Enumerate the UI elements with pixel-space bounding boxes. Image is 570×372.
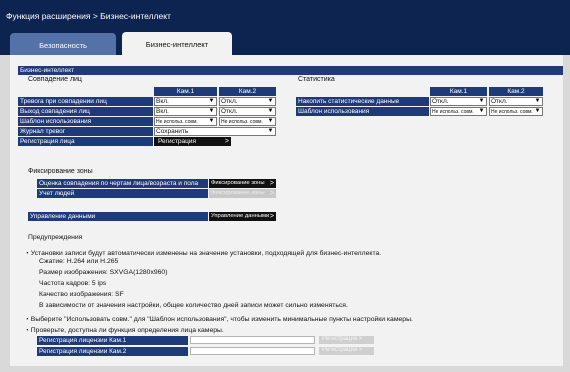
button-label: Регистрация	[158, 138, 196, 145]
face-output-cam2-select[interactable]: Откл. ▼	[219, 107, 276, 116]
select-value: Откл.	[491, 98, 508, 105]
select-value: Откл.	[221, 98, 238, 105]
stats-accumulate-cam2-select[interactable]: Откл. ▼	[489, 97, 543, 106]
license-cam2-input[interactable]	[190, 347, 315, 355]
face-template-label: Шаблон использования	[18, 117, 153, 126]
button-label: Фиксирование зоны	[211, 180, 265, 186]
stats-template-label: Шаблон использования	[296, 107, 429, 116]
section-title: Бизнес-интеллект	[18, 66, 563, 75]
chevron-down-icon: ▼	[477, 98, 486, 105]
warning-line: Частота кадров: 5 ips	[39, 280, 107, 287]
warning-line: Качество изображения: SF	[39, 291, 124, 298]
face-registration-label: Регистрация лица	[18, 137, 153, 146]
face-matching-heading: Совпадение лиц	[28, 76, 82, 83]
face-registration-button[interactable]: Регистрация >	[154, 137, 231, 146]
face-template-cam2-select[interactable]: Не использ. совм. ▼	[219, 117, 276, 126]
stats-template-cam2-select[interactable]: Не использ. совм. ▼	[489, 107, 543, 116]
chevron-down-icon: ▼	[266, 118, 275, 125]
select-value: Откл.	[432, 98, 449, 105]
button-label: Фиксирование зоны	[211, 190, 265, 196]
chevron-right-icon: >	[269, 180, 274, 187]
data-management-label: Управление данными	[28, 212, 208, 221]
warning-line: Размер изображения: SXVGA(1280x960)	[39, 269, 168, 276]
chevron-down-icon: ▼	[533, 98, 542, 105]
select-value: Не использ. совм.	[156, 119, 198, 125]
select-value: Не использ. совм.	[221, 119, 263, 125]
select-value: Вкл.	[156, 98, 169, 105]
alarm-log-select[interactable]: Сохранить ▼	[154, 127, 276, 136]
face-output-label: Выход совпадения лиц	[18, 107, 153, 116]
tab-security[interactable]: Безопасность	[10, 33, 116, 55]
stats-accumulate-cam1-select[interactable]: Откл. ▼	[430, 97, 487, 106]
chevron-right-icon: >	[358, 347, 363, 353]
tab-bar: Безопасность Бизнес-интеллект	[0, 30, 570, 55]
select-value: Сохранить	[156, 128, 189, 135]
breadcrumb: Функция расширения > Бизнес-интеллект	[0, 0, 570, 30]
license-cam1-label: Регистрация лицензии Кам.1	[37, 336, 188, 345]
chevron-down-icon: ▼	[266, 108, 275, 115]
warning-line: В зависимости от значения настройки, общ…	[39, 302, 348, 309]
alarm-log-label: Журнал тревог	[18, 127, 153, 136]
button-label: Регистрация	[322, 336, 358, 342]
select-value: Не использ. совм.	[491, 109, 533, 115]
chevron-down-icon: ▼	[207, 108, 216, 115]
stats-accumulate-label: Накопить статистические данные	[296, 97, 429, 106]
chevron-down-icon: ▼	[533, 108, 542, 115]
data-management-button[interactable]: Управление данными >	[209, 212, 276, 221]
face-template-cam1-select[interactable]: Не использ. совм. ▼	[154, 117, 217, 126]
select-value: Откл.	[221, 108, 238, 115]
zone-people-count-button[interactable]: Фиксирование зоны >	[209, 189, 276, 198]
chevron-right-icon: >	[269, 213, 274, 220]
tab-business-intelligence[interactable]: Бизнес-интеллект	[122, 32, 232, 55]
zone-people-count-label: Учет людей	[37, 189, 208, 198]
license-cam1-input[interactable]	[190, 336, 315, 344]
stats-template-cam1-select[interactable]: Не использ. совм. ▼	[430, 107, 487, 116]
zone-face-attr-label: Оценка совпадения по чертам лица/возраст…	[37, 179, 208, 188]
warning-line: ・Выберите "Использовать совм." для "Шабл…	[24, 316, 413, 323]
chevron-right-icon: >	[269, 190, 274, 197]
warning-line: Сжатие: H.264 или H.265	[39, 258, 119, 265]
chevron-down-icon: ▼	[477, 108, 486, 115]
chevron-down-icon: ▼	[266, 128, 275, 135]
button-label: Управление данными	[211, 213, 270, 219]
chevron-down-icon: ▼	[207, 98, 216, 105]
face-alarm-cam2-select[interactable]: Откл. ▼	[219, 97, 276, 106]
chevron-right-icon: >	[224, 138, 229, 145]
license-cam1-register-button[interactable]: Регистрация >	[319, 336, 374, 344]
zone-face-attr-button[interactable]: Фиксирование зоны >	[209, 179, 276, 188]
face-cam1-header: Кам.1	[154, 87, 217, 96]
chevron-down-icon: ▼	[266, 98, 275, 105]
warning-line: ・Проверьте, доступна ли функция определе…	[24, 327, 224, 334]
settings-panel: Бизнес-интеллект Совпадение лиц Кам.1 Ка…	[10, 55, 563, 366]
license-cam2-register-button[interactable]: Регистрация >	[319, 347, 374, 355]
statistics-heading: Статистика	[298, 76, 335, 83]
face-alarm-label: Тревога при совпадении лиц	[18, 97, 153, 106]
license-cam2-label: Регистрация лицензии Кам.2	[37, 347, 188, 356]
select-value: Не использ. совм.	[432, 109, 474, 115]
face-cam2-header: Кам.2	[219, 87, 276, 96]
stats-cam2-header: Кам.2	[489, 87, 543, 96]
face-output-cam1-select[interactable]: Вкл. ▼	[154, 107, 217, 116]
warnings-heading: Предупреждения	[28, 234, 83, 241]
zone-heading: Фиксирование зоны	[28, 168, 93, 175]
chevron-down-icon: ▼	[207, 118, 216, 125]
chevron-right-icon: >	[358, 336, 363, 342]
face-alarm-cam1-select[interactable]: Вкл. ▼	[154, 97, 217, 106]
warning-line: ・Установки записи будут автоматически из…	[24, 250, 382, 257]
button-label: Регистрация	[322, 347, 358, 353]
stats-cam1-header: Кам.1	[430, 87, 487, 96]
select-value: Вкл.	[156, 108, 169, 115]
